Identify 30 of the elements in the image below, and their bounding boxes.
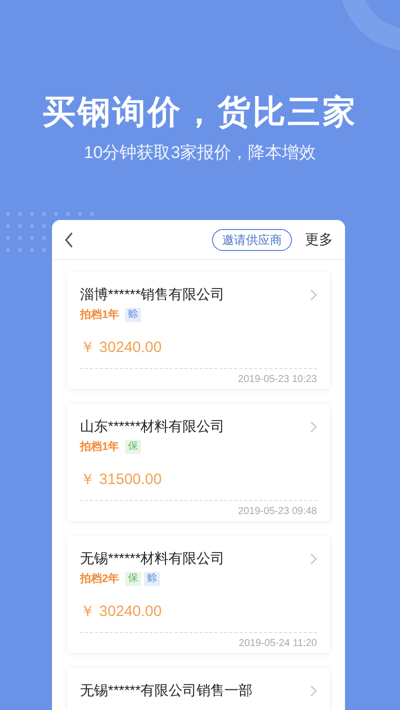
partner-tag: 拍档2年	[80, 571, 120, 588]
chevron-right-icon	[310, 684, 317, 696]
invite-supplier-button[interactable]: 邀请供应商	[212, 228, 292, 250]
chevron-right-icon	[310, 552, 317, 564]
back-icon[interactable]	[64, 232, 74, 248]
chevron-right-icon	[310, 288, 317, 300]
service-badge: 保	[125, 440, 142, 454]
quote-card[interactable]: 淄博******销售有限公司 拍档1年 赊 ￥ 30240.00 2019-05-23 10:23	[67, 272, 330, 389]
more-link[interactable]: 更多	[305, 229, 333, 250]
quote-price: ￥ 31500.00	[80, 470, 163, 490]
quote-time: 2019-05-23 10:23	[238, 373, 317, 387]
chevron-right-icon	[310, 420, 317, 432]
service-badge: 赊	[144, 572, 160, 586]
quote-time: 2019-05-23 09:48	[238, 505, 317, 519]
company-name: 山东******材料有限公司	[80, 417, 226, 436]
quote-price: ￥ 30240.00	[80, 602, 163, 622]
quote-price: ￥ 30240.00	[80, 338, 163, 358]
quote-time: 2019-05-24 11:20	[238, 637, 317, 651]
subheadline: 10分钟获取3家报价，降本增效	[84, 142, 316, 164]
partner-tag: 拍档1年	[80, 439, 120, 456]
company-name: 淄博******销售有限公司	[80, 285, 226, 304]
quote-card[interactable]: 无锡******材料有限公司 拍档2年 保 赊 ￥ 30240.00 2019-05-24 11:20	[67, 536, 330, 653]
service-badge: 赊	[125, 308, 142, 322]
service-badge: 保	[125, 572, 142, 586]
headline: 买钢询价，货比三家	[42, 92, 358, 132]
company-name: 无锡******材料有限公司	[80, 549, 226, 568]
quote-card[interactable]: 无锡******有限公司销售一部	[67, 668, 330, 710]
partner-tag: 拍档1年	[80, 307, 120, 324]
quote-card[interactable]: 山东******材料有限公司 拍档1年 保 ￥ 31500.00 2019-05-23 09:48	[67, 404, 330, 521]
company-name: 无锡******有限公司销售一部	[80, 681, 254, 700]
